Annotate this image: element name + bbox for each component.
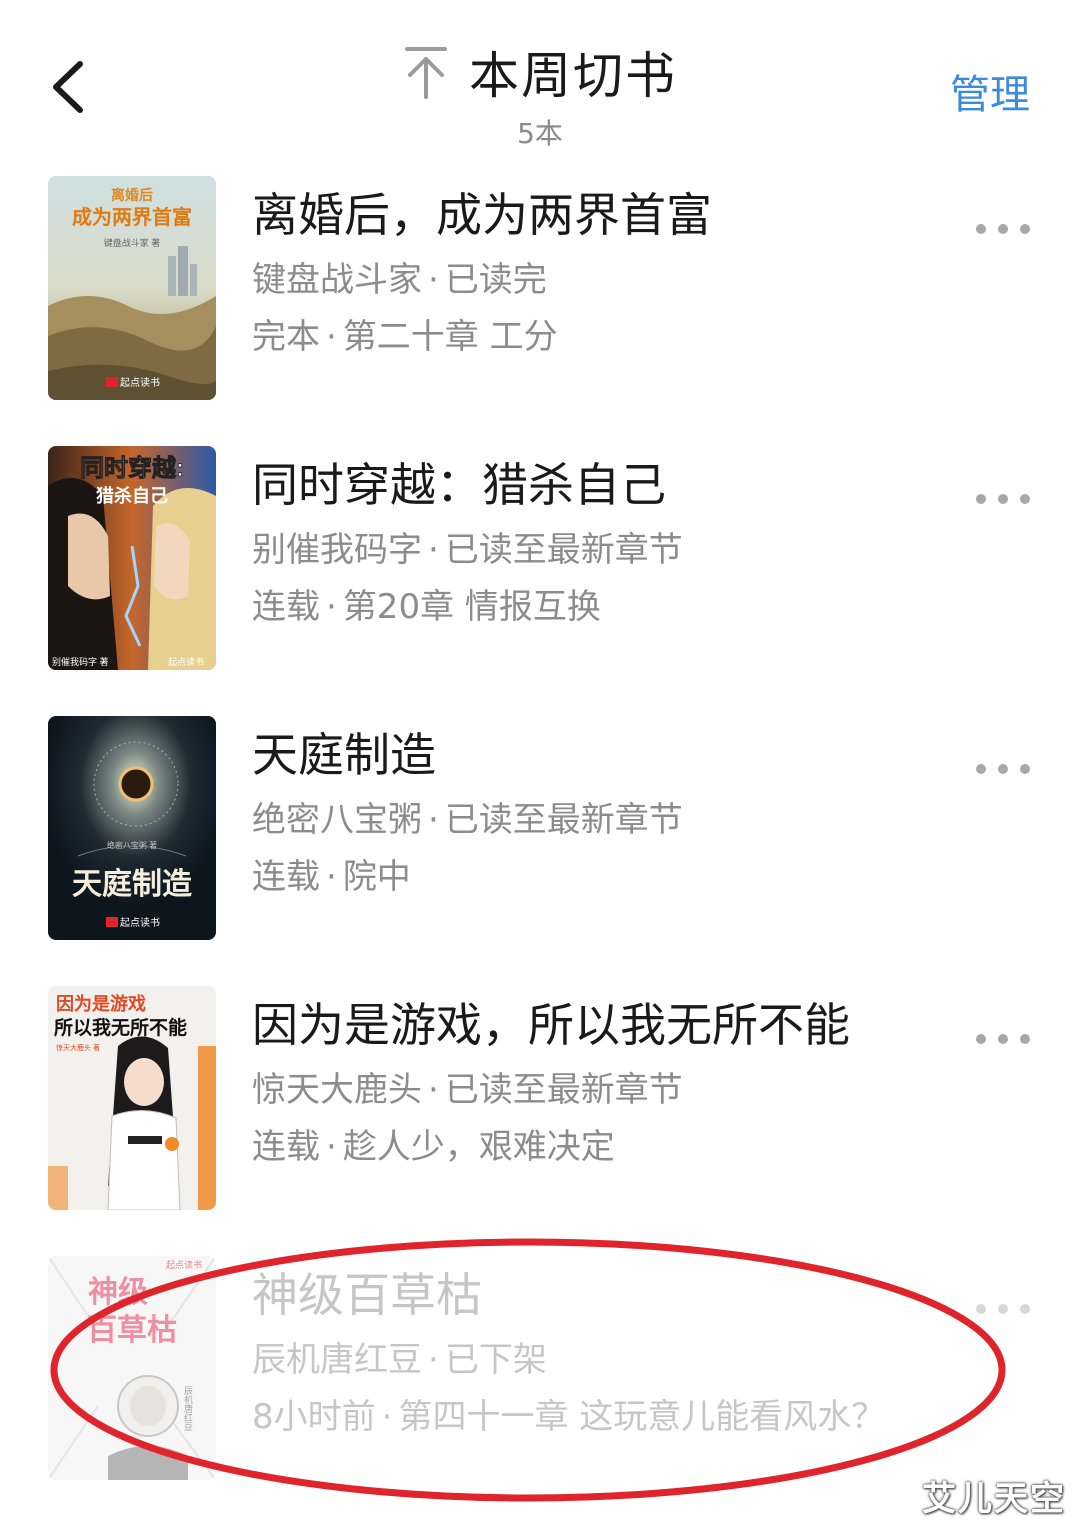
latest-chapter: 趁人少，艰难决定 [342,1126,615,1167]
latest-chapter: 第二十章 工分 [342,316,558,357]
book-cover[interactable]: 绝密八宝粥 著 天庭制造 起点读书 [48,716,216,940]
cover-title-main: 百草枯 [87,1314,177,1347]
serial-status: 连载 [252,586,320,627]
more-dots-icon[interactable] [972,488,1034,510]
separator: · [326,856,337,897]
book-title: 因为是游戏，所以我无所不能 [252,998,850,1052]
list-item[interactable]: 因为是游戏 所以我无所不能 惊天大鹿头 著 因为是游戏，所以我无所不能 惊天大鹿… [0,986,1080,1212]
book-title: 同时穿越：猎杀自己 [252,458,666,512]
book-meta-line-2: 连载 · 院中 [252,856,952,899]
cover-author: 惊天大鹿头 著 [56,1043,100,1052]
watermark: 艾儿天空 [922,1479,1066,1519]
separator: · [381,1396,393,1437]
book-cover[interactable]: 神级 百草枯 辰机唐红豆 起点读书 [48,1256,216,1480]
serial-status: 8小时前 [252,1396,376,1437]
book-author: 绝密八宝粥 [252,800,422,841]
more-dots-icon[interactable] [972,1298,1034,1320]
book-author: 别催我码字 [252,530,422,571]
list-item[interactable]: 同时穿越: 猎杀自己 别催我码字 著 起点读书 同时穿越：猎杀自己 别催我码字 ·… [0,446,1080,672]
book-meta-line-1: 别催我码字 · 已读至最新章节 [252,529,952,572]
latest-chapter: 第20章 情报互换 [342,586,601,627]
book-meta-line-2: 连载 · 第20章 情报互换 [252,586,952,629]
page-title: 本周切书 [469,47,677,105]
cover-author: 辰机唐红豆 [183,1386,193,1431]
book-author: 辰机唐红豆 [252,1340,422,1381]
title-block: 本周切书 5本 [0,36,1080,152]
list-item[interactable]: 离婚后 成为两界首富 键盘战斗家 著 起点读书 离婚后，成为两界首富 键盘战斗家… [0,176,1080,402]
separator: · [326,316,337,357]
cover-title-main: 天庭制造 [72,867,192,901]
cover-title-top: 离婚后 [111,187,153,204]
book-title: 离婚后，成为两界首富 [252,188,712,242]
book-meta-line-2: 8小时前 · 第四十一章 这玩意儿能看风水？ [252,1396,952,1439]
top-bar: 本周切书 5本 管理 [0,0,1080,150]
cover-brand: 起点读书 [120,916,160,929]
separator: · [428,1340,439,1381]
more-dots-icon[interactable] [972,218,1034,240]
book-title: 天庭制造 [252,728,436,782]
read-status: 已下架 [444,1340,547,1381]
book-cover[interactable]: 离婚后 成为两界首富 键盘战斗家 著 起点读书 [48,176,216,400]
cover-title-main: 所以我无所不能 [54,1016,187,1039]
book-title: 神级百草枯 [252,1268,482,1322]
book-cover[interactable]: 同时穿越: 猎杀自己 别催我码字 著 起点读书 [48,446,216,670]
manage-button[interactable]: 管理 [950,62,1030,120]
book-meta-line-1: 绝密八宝粥 · 已读至最新章节 [252,799,952,842]
cover-author: 绝密八宝粥 著 [107,840,157,850]
read-status: 已读至最新章节 [444,1070,683,1111]
separator: · [428,1070,439,1111]
separator: · [428,530,439,571]
latest-chapter: 第四十一章 这玩意儿能看风水？ [398,1396,886,1437]
list-item[interactable]: 绝密八宝粥 著 天庭制造 起点读书 天庭制造 绝密八宝粥 · 已读至最新章节 连载 ·… [0,716,1080,942]
separator: · [326,586,337,627]
cover-title-main: 猎杀自己 [96,485,168,506]
book-meta-line-2: 连载 · 趁人少，艰难决定 [252,1126,952,1169]
separator: · [428,260,439,301]
cover-brand: 起点读书 [120,376,160,389]
pin-top-icon[interactable] [403,44,449,100]
book-meta-line-1: 键盘战斗家 · 已读完 [252,259,952,302]
book-author: 惊天大鹿头 [252,1070,422,1111]
book-meta-line-2: 完本 · 第二十章 工分 [252,316,952,359]
more-dots-icon[interactable] [972,1028,1034,1050]
read-status: 已读至最新章节 [444,530,683,571]
cover-title-top: 神级 [88,1276,148,1309]
book-meta-line-1: 辰机唐红豆 · 已下架 [252,1339,952,1382]
cover-brand: 起点读书 [168,656,204,667]
book-count: 5本 [517,117,563,150]
separator: · [326,1126,337,1167]
list-item-removed[interactable]: 神级 百草枯 辰机唐红豆 起点读书 神级百草枯 辰机唐红豆 · 已下架 8小时前 · 第… [0,1256,1080,1482]
serial-status: 连载 [252,856,320,897]
cover-title-top: 因为是游戏 [56,993,146,1014]
latest-chapter: 院中 [342,856,411,897]
book-meta-line-1: 惊天大鹿头 · 已读至最新章节 [252,1069,952,1112]
read-status: 已读至最新章节 [444,800,683,841]
book-author: 键盘战斗家 [252,260,422,301]
cover-brand: 起点读书 [166,1259,202,1270]
book-cover[interactable]: 因为是游戏 所以我无所不能 惊天大鹿头 著 [48,986,216,1210]
serial-status: 连载 [252,1126,320,1167]
read-status: 已读完 [444,260,547,301]
more-dots-icon[interactable] [972,758,1034,780]
cover-title-top: 同时穿越: [80,454,184,482]
cover-author: 别催我码字 著 [52,656,109,667]
cover-title-main: 成为两界首富 [72,205,192,229]
separator: · [428,800,439,841]
serial-status: 完本 [252,316,320,357]
cover-author: 键盘战斗家 著 [104,237,161,248]
